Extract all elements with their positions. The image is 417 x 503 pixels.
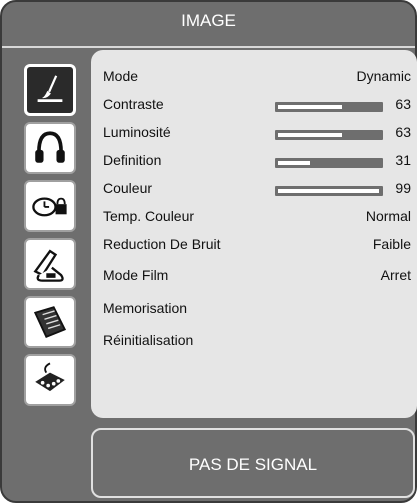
row-value: Normal — [365, 208, 411, 224]
menu-row-reduction-de-bruit[interactable]: Reduction De Bruit Faible — [91, 236, 417, 258]
row-value: Faible — [372, 236, 411, 252]
row-value: 31 — [395, 152, 411, 168]
slider-track[interactable] — [275, 130, 383, 140]
picture-brush-icon — [37, 75, 63, 102]
row-label: Luminosité — [103, 124, 171, 140]
row-value: 99 — [395, 180, 411, 196]
slider-track[interactable] — [275, 102, 383, 112]
sidebar-item-info[interactable] — [24, 296, 76, 348]
row-value: Dynamic — [356, 68, 411, 84]
slider-track[interactable] — [275, 186, 383, 196]
row-value: 63 — [395, 96, 411, 112]
connector-plug-icon — [35, 362, 65, 392]
document-list-icon — [33, 306, 67, 338]
row-label: Mode — [103, 68, 139, 84]
row-label: Temp. Couleur — [103, 208, 195, 224]
row-label: Réinitialisation — [103, 332, 194, 348]
sidebar-item-timer-lock[interactable] — [24, 180, 76, 232]
osd-window: IMAGE Mode Dynamic Contraste 63 Luminosi… — [0, 0, 417, 503]
menu-row-reinitialisation[interactable]: Réinitialisation — [91, 332, 417, 354]
menu-row-mode[interactable]: Mode Dynamic — [91, 68, 417, 90]
sidebar-item-source[interactable] — [24, 354, 76, 406]
signal-status-box: PAS DE SIGNAL — [91, 428, 415, 498]
row-label: Memorisation — [103, 300, 188, 316]
row-value: 63 — [395, 124, 411, 140]
slider-fill — [278, 161, 310, 165]
menu-row-couleur[interactable]: Couleur 99 — [91, 180, 417, 202]
settings-panel: Mode Dynamic Contraste 63 Luminosité 63 … — [91, 50, 417, 418]
menu-row-memorisation[interactable]: Memorisation — [91, 300, 417, 322]
row-value: Arret — [380, 267, 411, 283]
clock-lock-icon — [32, 197, 67, 217]
menu-row-mode-film[interactable]: Mode Film Arret — [91, 267, 417, 289]
row-label: Couleur — [103, 180, 153, 196]
window-title: IMAGE — [181, 11, 236, 30]
row-label: Definition — [103, 152, 162, 168]
sidebar-item-picture[interactable] — [24, 64, 76, 116]
status-message: PAS DE SIGNAL — [188, 455, 318, 474]
slider-fill — [278, 189, 379, 193]
row-label: Reduction De Bruit — [103, 236, 221, 252]
row-label: Mode Film — [103, 267, 169, 283]
slider-track[interactable] — [275, 158, 383, 168]
sidebar-item-sound[interactable] — [24, 122, 76, 174]
sidebar-item-setup[interactable] — [24, 238, 76, 290]
slider-fill — [278, 133, 342, 137]
menu-row-luminosite[interactable]: Luminosité 63 — [91, 124, 417, 146]
row-label: Contraste — [103, 96, 164, 112]
menu-row-temp-couleur[interactable]: Temp. Couleur Normal — [91, 208, 417, 230]
title-bar: IMAGE — [2, 2, 415, 48]
headphones-icon — [35, 131, 65, 163]
slider-fill — [278, 105, 342, 109]
menu-row-definition[interactable]: Definition 31 — [91, 152, 417, 174]
menu-row-contraste[interactable]: Contraste 63 — [91, 96, 417, 118]
setup-tool-icon — [33, 249, 64, 282]
